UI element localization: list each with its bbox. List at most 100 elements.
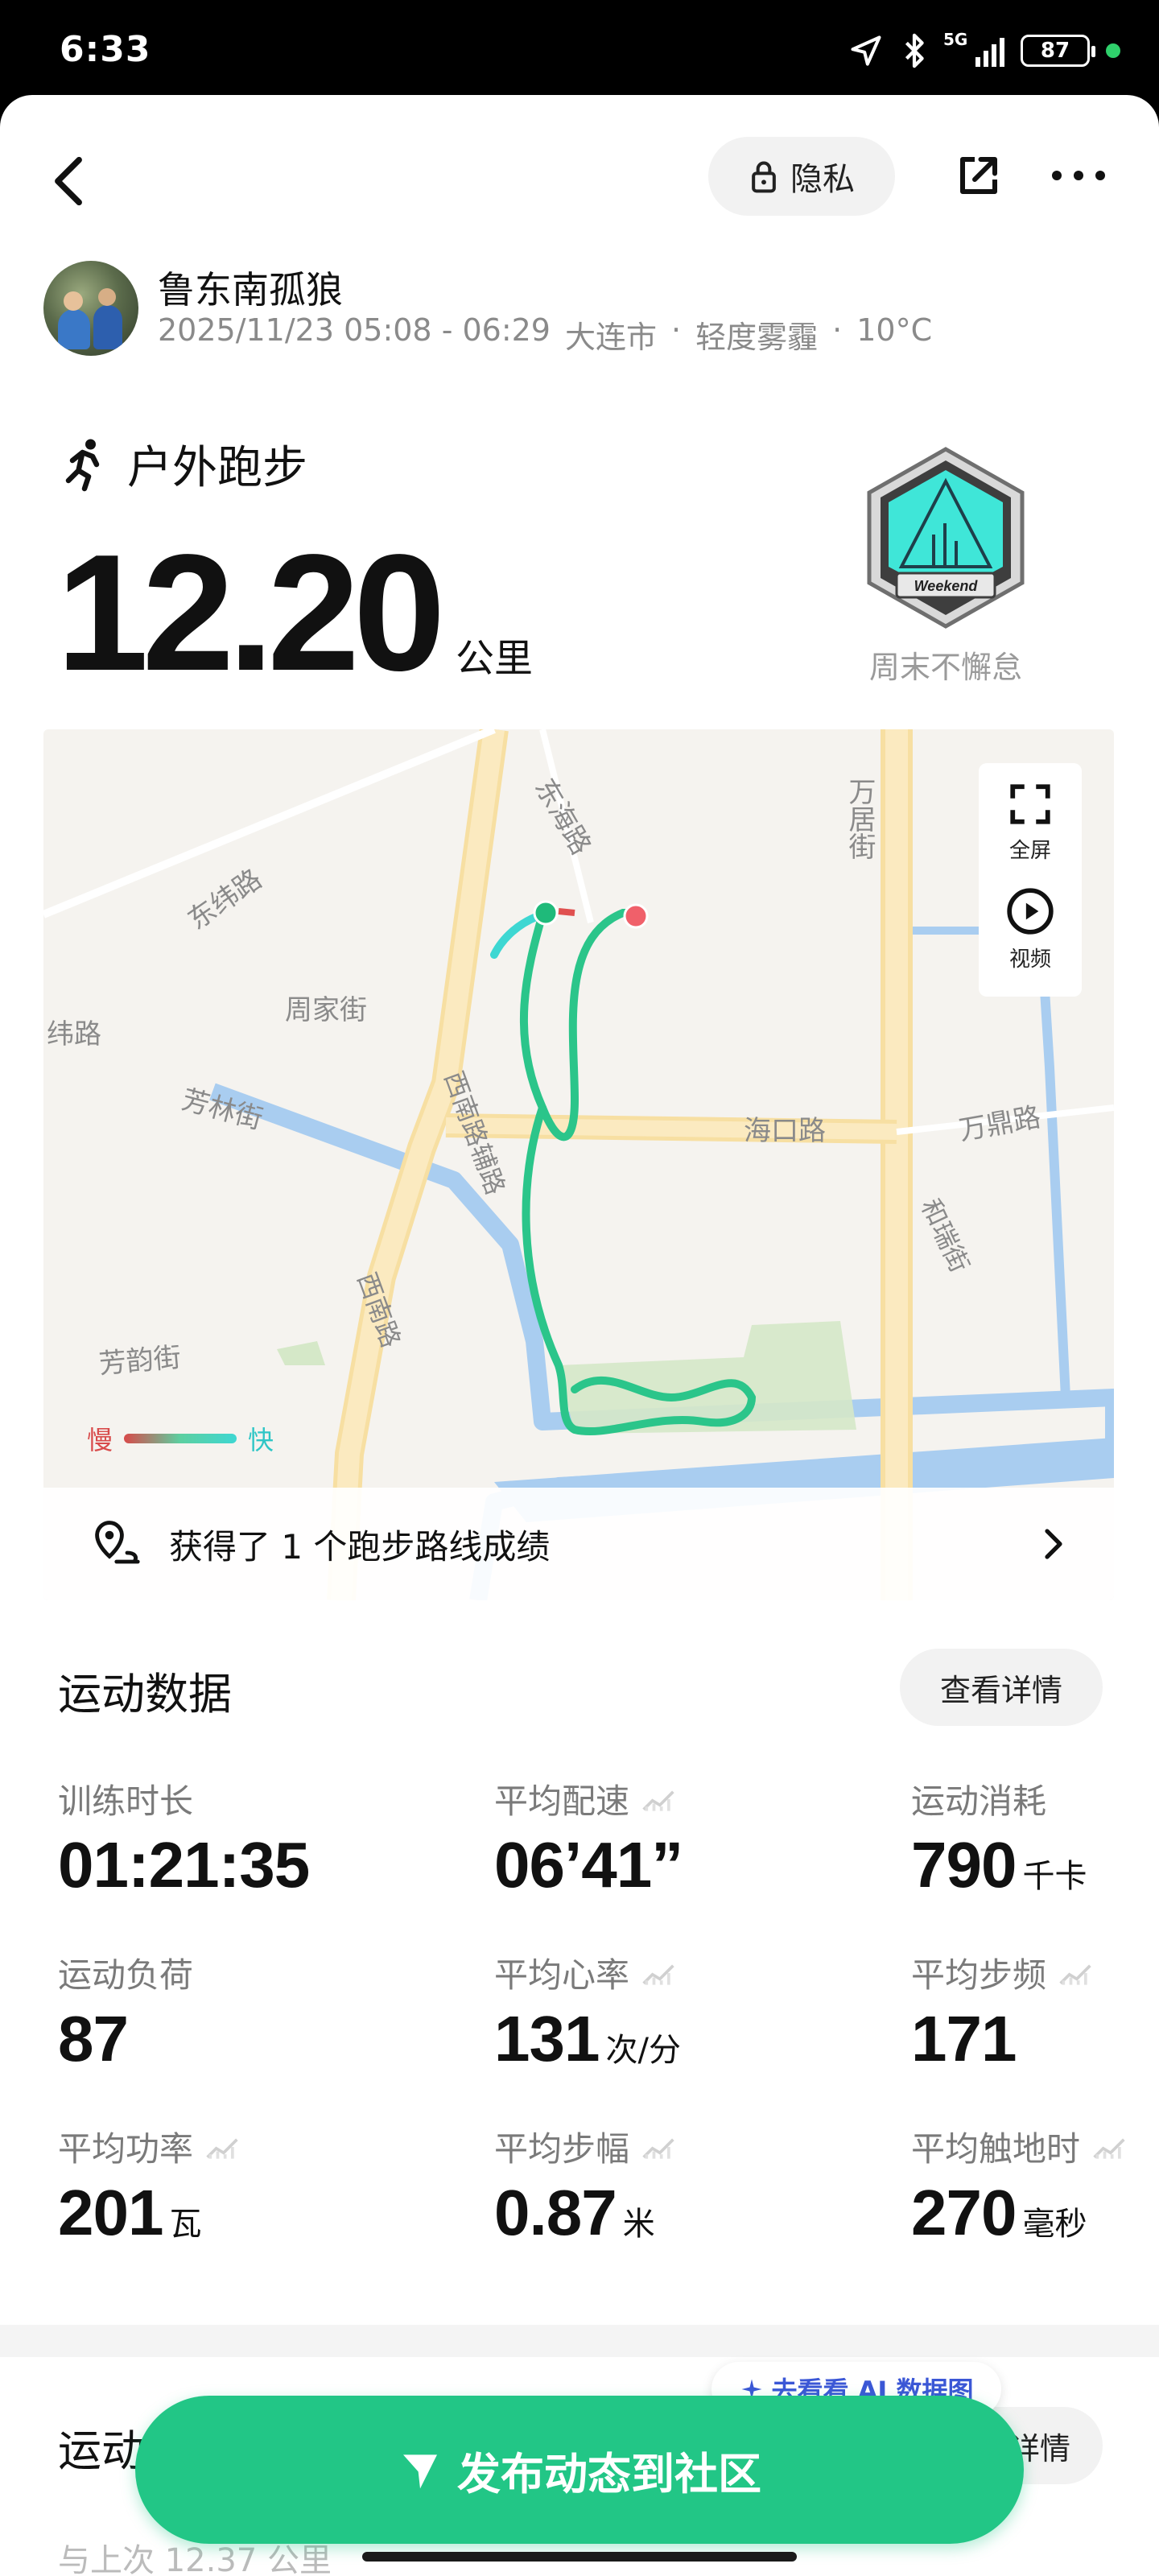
sport-type: 户外跑步 [60,431,307,497]
status-icons: 5G 87 [848,30,1120,71]
stat-avg-heart-rate[interactable]: 平均心率 131 次/分 [494,1948,681,2076]
stat-value: 270 [911,2177,1017,2248]
distance-unit: 公里 [456,636,534,681]
weather: 轻度雾霾 [695,320,819,355]
stat-calories: 运动消耗 790 千卡 [911,1774,1087,1902]
meta-separator: · [671,312,682,348]
publish-label: 发布动态到社区 [457,2448,761,2500]
route-map[interactable]: 东海路 东纬路 周家街 纬路 芳林街 西南路辅路 西南路 海口路 万居街 万鼎路… [43,729,1114,1600]
meta-separator: · [832,312,843,348]
street-label: 万鼎路 [957,1101,1043,1147]
trend-chart-icon [206,2138,238,2159]
stat-unit: 千卡 [1022,1858,1087,1895]
stat-unit: 米 [622,2206,655,2243]
home-indicator[interactable] [362,2552,797,2562]
map-canvas: 东海路 东纬路 周家街 纬路 芳林街 西南路辅路 西南路 海口路 万居街 万鼎路… [43,729,1114,1600]
stat-avg-stride[interactable]: 平均步幅 0.87 米 [494,2122,676,2250]
play-circle-icon [1007,888,1054,935]
street-label: 东纬路 [182,863,267,936]
legend-gradient [124,1434,237,1443]
stat-unit: 次/分 [605,2032,681,2069]
running-icon [65,439,100,491]
badge-text: Weekend [914,578,979,594]
chevron-right-icon [1045,1529,1062,1559]
stat-label: 平均步幅 [494,2129,630,2169]
activity-meta: 2025/11/23 05:08 - 06:29 大连市 · 轻度雾霾 · 10… [158,312,932,357]
stat-value: 201 [58,2177,163,2248]
trend-chart-icon [642,2138,674,2159]
street-label: 万居街 [843,778,876,860]
street-label: 东海路 [528,774,597,861]
stats-title: 运动数据 [58,1669,232,1719]
map-controls: 全屏 视频 [979,763,1082,997]
stat-label: 训练时长 [58,1781,194,1821]
activity-city: 大连市 [565,320,658,355]
stat-avg-power[interactable]: 平均功率 201 瓦 [58,2122,240,2250]
pace-legend: 慢 快 [87,1420,274,1457]
stat-load: 运动负荷 87 [58,1948,193,2076]
stat-label: 平均心率 [494,1955,630,1995]
battery-level: 87 [1040,39,1070,63]
section2-title: 运动 [58,2425,145,2476]
stat-label: 平均配速 [494,1781,630,1821]
trend-chart-icon [642,1790,674,1811]
street-label: 海口路 [744,1115,826,1147]
route-achievement-text: 获得了 1 个跑步路线成绩 [169,1526,551,1567]
battery-indicator: 87 [1021,35,1095,67]
fullscreen-button[interactable]: 全屏 [1007,781,1054,864]
trend-chart-icon [642,1964,674,1985]
video-button[interactable]: 视频 [1005,886,1055,972]
status-time: 6:33 [60,29,151,70]
street-label: 纬路 [47,1018,101,1051]
fullscreen-label: 全屏 [1008,839,1051,863]
stat-value: 790 [911,1829,1017,1901]
route-pin-icon [95,1521,140,1564]
publish-to-community-button[interactable]: 发布动态到社区 [135,2396,1024,2544]
stat-ground-contact[interactable]: 平均触地时 270 毫秒 [911,2122,1127,2250]
distance-value: 12.20 [56,520,446,705]
activity-card: 隐私 鲁东南孤狼 2025/11/23 05:08 - 06:29 大连市 · … [0,95,1159,2576]
view-details-button[interactable]: 查看详情 [900,1649,1103,1726]
privacy-dot [1106,43,1120,58]
privacy-button[interactable]: 隐私 [708,137,895,216]
stat-value: 171 [911,2003,1017,2074]
stat-avg-pace[interactable]: 平均配速 06’41” [494,1774,683,1902]
video-label: 视频 [1008,947,1051,972]
legend-slow: 慢 [87,1425,113,1455]
more-button[interactable] [1046,147,1111,204]
badge-label: 周末不懈怠 [868,650,1022,685]
bluetooth-icon [905,33,924,68]
stat-value: 06’41” [494,1829,683,1901]
trend-chart-icon [1093,2138,1125,2159]
share-button[interactable] [950,147,1008,204]
weekend-badge-icon[interactable]: Weekend [861,446,1030,630]
user-name[interactable]: 鲁东南孤狼 [158,261,343,314]
stat-unit: 毫秒 [1022,2206,1087,2243]
signal-icon: 5G [943,30,1004,67]
fullscreen-icon [1010,784,1050,824]
street-label: 周家街 [285,994,367,1026]
stat-unit: 瓦 [169,2206,202,2243]
stat-label: 平均功率 [58,2129,194,2169]
stat-value: 0.87 [494,2177,617,2248]
route-achievement-row[interactable]: 获得了 1 个跑步路线成绩 [43,1488,1114,1600]
back-button[interactable] [40,145,97,217]
stat-avg-cadence[interactable]: 平均步频 171 [911,1948,1093,2076]
stat-label: 平均步频 [911,1955,1047,1995]
stat-value: 131 [494,2003,600,2074]
legend-fast: 快 [248,1425,274,1455]
stat-value: 01:21:35 [58,1829,310,1901]
activity-date: 2025/11/23 05:08 - 06:29 [158,312,551,348]
street-label: 芳韵街 [97,1341,182,1381]
avatar[interactable] [43,261,138,356]
privacy-label: 隐私 [790,161,855,198]
stat-label: 平均触地时 [911,2129,1081,2169]
location-arrow-icon [851,35,881,66]
stat-value: 87 [58,2003,129,2074]
stat-label: 运动消耗 [911,1781,1047,1821]
street-label: 和瑞街 [915,1194,975,1277]
chevron-left-icon [55,156,82,206]
more-dots-icon [1052,171,1105,180]
section-divider [0,2325,1159,2357]
share-icon [960,157,997,194]
